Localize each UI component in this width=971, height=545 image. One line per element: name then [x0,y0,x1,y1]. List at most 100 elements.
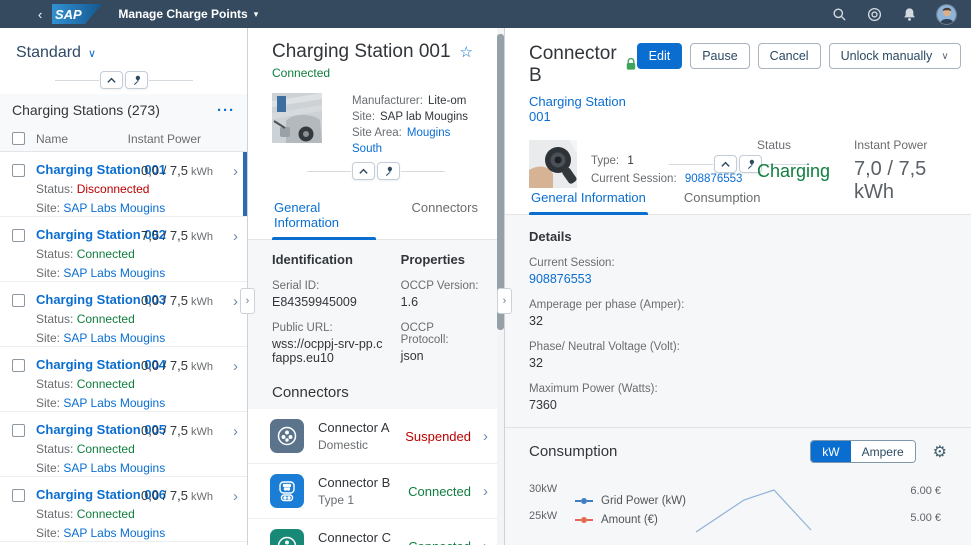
detail-field: Phase/ Neutral Voltage (Volt): 32 [529,341,947,370]
back-icon[interactable]: ‹ [38,7,42,22]
station-site-line: Site: SAP Labs Mougins [36,461,166,475]
row-checkbox[interactable] [12,424,25,437]
site-link[interactable]: SAP Labs Mougins [63,526,165,540]
pin-header-button[interactable] [125,71,148,89]
row-checkbox[interactable] [12,359,25,372]
overflow-menu-icon[interactable]: ··· [217,102,235,119]
chevron-right-icon[interactable]: › [233,358,238,375]
chevron-down-icon[interactable]: ∨ [88,47,96,60]
notifications-bell-icon[interactable] [901,6,917,22]
connector-list-item[interactable]: Connector A Domestic Suspended › [248,409,504,464]
field-label: Maximum Power (Watts): [529,383,947,395]
power-unit: kWh [191,426,213,438]
row-checkbox[interactable] [12,229,25,242]
chevron-right-icon[interactable]: › [233,228,238,245]
user-avatar[interactable] [936,4,957,25]
expand-left-panel-button[interactable]: › [240,288,255,314]
station-status-line: Status: Connected [36,377,166,391]
site-link[interactable]: SAP Labs Mougins [63,331,165,345]
app-title-caret-icon[interactable]: ▾ [254,9,259,20]
unlock-manually-button[interactable]: Unlock manually ∨ [829,43,961,69]
select-all-checkbox[interactable] [12,132,25,145]
row-checkbox[interactable] [12,164,25,177]
station-detail-panel: Charging Station 001 ☆ Connected [248,28,505,545]
station-status-value: Connected [77,312,135,326]
tab[interactable]: Consumption [682,183,763,214]
power-unit: kWh [191,361,213,373]
variant-title[interactable]: Standard [16,44,81,62]
identification-field: Public URL: wss://ocppj-srv-pp.cfapps.eu… [272,322,393,365]
sap-logo[interactable]: SAP [52,4,102,24]
expand-middle-panel-button[interactable]: › [497,288,512,314]
field-value: 908876553 [529,272,947,286]
header-field: Site Area:Mougins South [352,125,480,157]
row-checkbox[interactable] [12,489,25,502]
divider [149,80,193,81]
site-link[interactable]: SAP Labs Mougins [63,266,165,280]
station-status-value: Connected [77,507,135,521]
chevron-right-icon[interactable]: › [483,428,488,445]
connector-status: Connected [408,539,471,545]
row-checkbox[interactable] [12,294,25,307]
app-title[interactable]: Manage Charge Points [118,7,247,21]
variant-selector[interactable]: Standard ∨ [0,28,247,66]
charging-station-list-item[interactable]: Charging Station 004 Status: Connected S… [0,347,247,412]
divider [307,171,351,172]
status-value: Charging [757,161,830,182]
toggle-ampere-button[interactable]: Ampere [851,441,915,462]
tab[interactable]: General Information [272,193,376,239]
charging-station-list-item[interactable]: Charging Station 001 Status: Disconnecte… [0,152,247,217]
toggle-kw-button[interactable]: kW [811,441,850,462]
charging-station-list-item[interactable]: Charging Station 002 Status: Connected S… [0,217,247,282]
connector-list-item[interactable]: Connector C Type 2 Connected › [248,519,504,545]
copilot-icon[interactable] [866,6,882,22]
connector-plug-icon [270,474,304,508]
chevron-right-icon[interactable]: › [233,293,238,310]
chevron-right-icon[interactable]: › [233,488,238,505]
cancel-button[interactable]: Cancel [758,43,821,69]
chevron-right-icon[interactable]: › [483,483,488,500]
chevron-right-icon[interactable]: › [233,423,238,440]
site-link[interactable]: SAP Labs Mougins [63,201,165,215]
chevron-right-icon[interactable]: › [233,163,238,180]
gear-icon[interactable]: ⚙ [933,442,947,462]
legend-line [587,500,593,502]
property-field: OCCP Version: 1.6 [401,280,480,309]
y-axis-tick-right: 5.00 € [910,512,941,524]
favorite-star-icon[interactable]: ☆ [460,43,473,61]
station-site-line: Site: SAP Labs Mougins [36,266,166,280]
divider [401,171,445,172]
connector-list-item[interactable]: Connector B Type 1 Connected › [248,464,504,519]
search-icon[interactable] [831,6,847,22]
connector-name: Connector A [318,420,390,435]
charging-station-list-item[interactable]: Charging Station 006 Status: Connected S… [0,477,247,542]
tab[interactable]: General Information [529,183,648,214]
edit-button[interactable]: Edit [637,43,683,69]
instant-power-cell: 0,0 / 7,5kWh [141,163,213,178]
station-status-value: Disconnected [77,182,150,196]
pin-header-button[interactable] [377,162,400,180]
instant-power-cell: 0,0 / 7,5kWh [141,358,213,373]
site-link[interactable]: SAP Labs Mougins [63,396,165,410]
section-divider [505,427,971,428]
parent-station-link[interactable]: Charging Station 001 [529,94,637,124]
column-name: Name [36,132,68,146]
instant-power-cell: 0,0 / 7,5kWh [141,423,213,438]
instant-power-value: 7,5 / 7,5 [141,228,188,243]
collapse-header-button[interactable] [352,162,375,180]
chevron-right-icon[interactable]: › [483,538,488,545]
scrollbar-track[interactable] [497,28,504,545]
site-link[interactable]: SAP Labs Mougins [63,461,165,475]
instant-power-value: 7,0 / 7,5 kWh [854,158,947,204]
type-label: Type: [591,155,619,167]
charging-station-list-item[interactable]: Charging Station 005 Status: Connected S… [0,412,247,477]
scrollbar-thumb[interactable] [497,34,504,330]
pause-button[interactable]: Pause [690,43,749,69]
identification-section-header: Identification [272,252,393,267]
field-value: json [401,349,480,363]
charging-station-list-item[interactable]: Charging Station 003 Status: Connected S… [0,282,247,347]
tab[interactable]: Connectors [410,193,480,239]
station-status-line: Status: Connected [36,507,166,521]
collapse-header-button[interactable] [100,71,123,89]
station-site-line: Site: SAP Labs Mougins [36,331,166,345]
